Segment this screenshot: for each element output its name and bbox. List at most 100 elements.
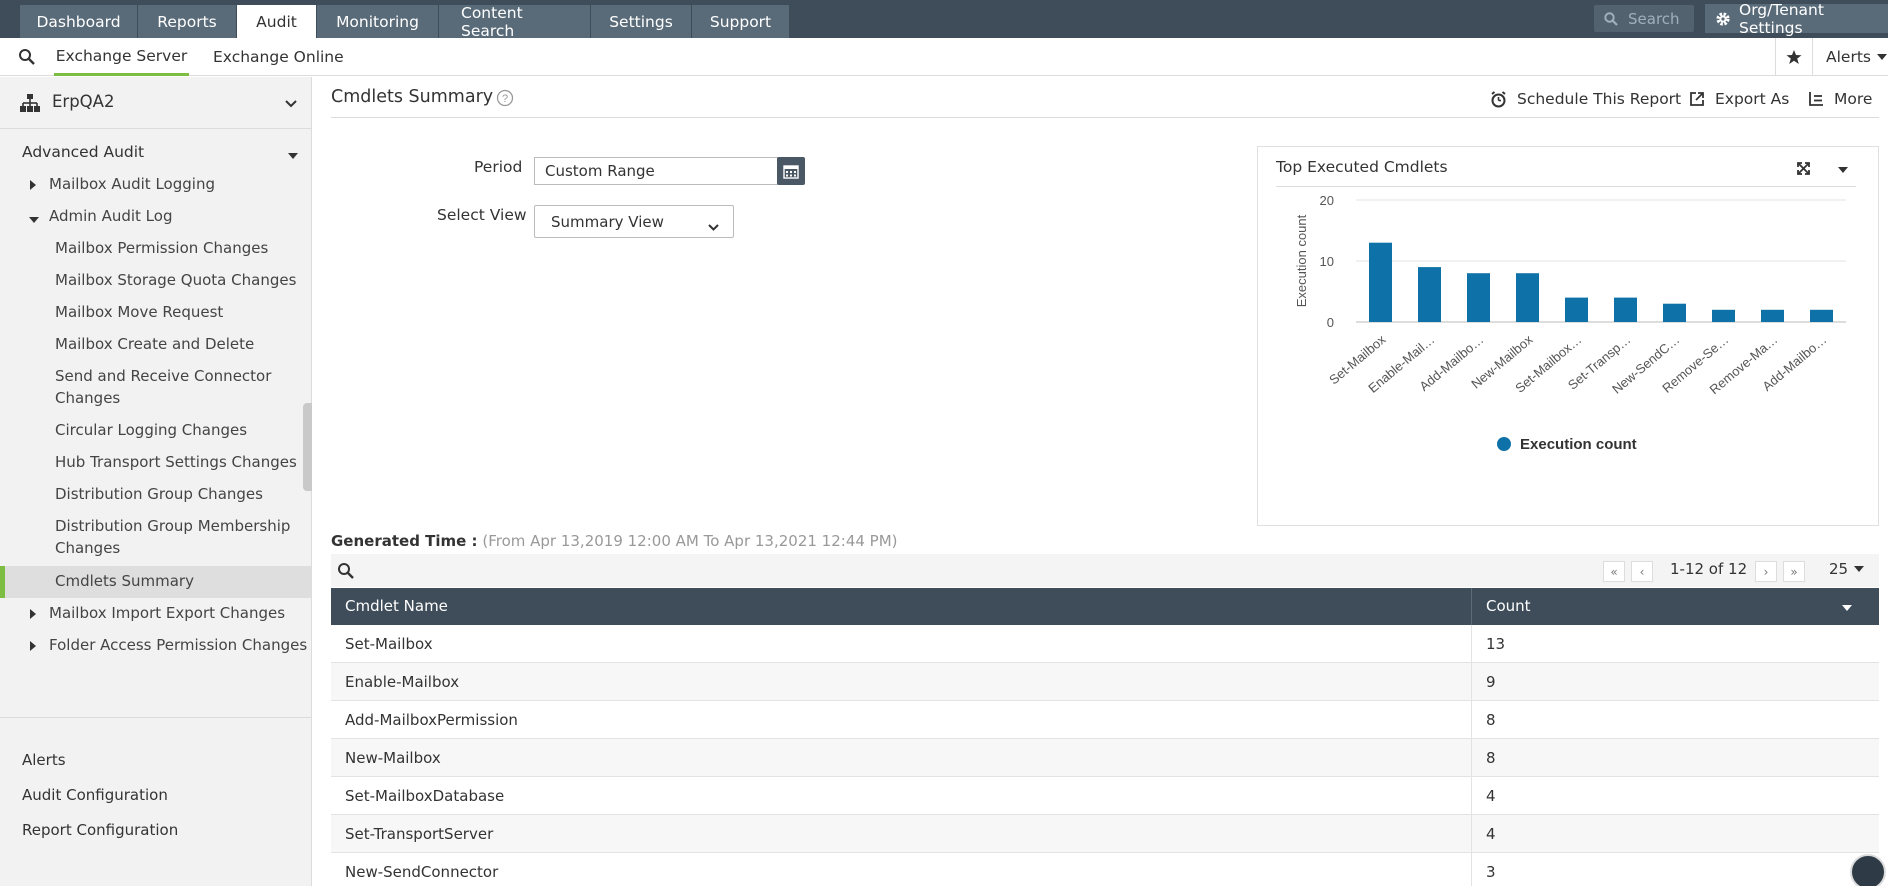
table-row: Set-Mailbox 13 — [331, 625, 1879, 663]
next-page-icon[interactable]: › — [1755, 561, 1777, 582]
count-cell: 8 — [1486, 749, 1496, 767]
period-input[interactable]: Custom Range — [534, 157, 778, 185]
count-cell: 4 — [1486, 787, 1496, 805]
table-header: Cmdlet Name Count — [331, 588, 1879, 625]
generated-time-label: Generated Time : — [331, 532, 478, 550]
table-row: New-SendConnector 3 — [331, 853, 1879, 886]
subtab-exchange-server[interactable]: Exchange Server — [54, 38, 189, 76]
page-size-select[interactable]: 25 — [1829, 560, 1865, 578]
tab-dashboard[interactable]: Dashboard — [20, 5, 138, 38]
tab-reports[interactable]: Reports — [138, 5, 237, 38]
column-header-cmdlet-name[interactable]: Cmdlet Name — [345, 597, 448, 615]
nav-cmdlets-summary[interactable]: Cmdlets Summary — [55, 571, 300, 593]
legend-label: Execution count — [1520, 436, 1637, 453]
alarm-clock-icon — [1490, 90, 1507, 108]
nav-hub-transport-settings-changes[interactable]: Hub Transport Settings Changes — [55, 452, 300, 474]
bar — [1614, 297, 1637, 322]
top-navigation-bar: Dashboard Reports Audit Monitoring Conte… — [0, 0, 1888, 40]
nav-send-receive-connector-changes[interactable]: Send and Receive Connector Changes — [55, 366, 285, 409]
org-tenant-settings-button[interactable]: Org/Tenant Settings — [1705, 1, 1888, 37]
menu-search-icon[interactable] — [18, 48, 36, 70]
table-row: Set-TransportServer 4 — [331, 815, 1879, 853]
schedule-report-label: Schedule This Report — [1517, 90, 1682, 108]
subtab-exchange-online[interactable]: Exchange Online — [213, 38, 344, 76]
nav-mailbox-storage-quota-changes[interactable]: Mailbox Storage Quota Changes — [55, 270, 300, 292]
tab-settings[interactable]: Settings — [591, 5, 692, 38]
footer-report-configuration[interactable]: Report Configuration — [22, 821, 178, 839]
nav-mailbox-move-request[interactable]: Mailbox Move Request — [55, 302, 300, 324]
view-select-value: Summary View — [551, 213, 664, 231]
bar — [1467, 273, 1490, 322]
tab-support[interactable]: Support — [692, 5, 790, 38]
nav-circular-logging-changes[interactable]: Circular Logging Changes — [55, 420, 300, 442]
collapse-arrow-icon — [29, 217, 39, 223]
chevron-down-icon — [1876, 54, 1887, 60]
calendar-icon[interactable] — [777, 157, 805, 185]
view-select[interactable]: Summary View — [534, 205, 734, 238]
nav-distribution-group-membership-changes[interactable]: Distribution Group Membership Changes — [55, 516, 295, 559]
pagination-info: 1-12 of 12 — [1670, 560, 1748, 578]
column-header-count[interactable]: Count — [1486, 597, 1531, 615]
bar — [1418, 267, 1441, 322]
generated-time-range: (From Apr 13,2019 12:00 AM To Apr 13,202… — [482, 532, 898, 550]
tenant-selector[interactable]: ErpQA2 — [0, 77, 312, 129]
chevron-down-icon — [707, 218, 720, 236]
cmdlet-name-cell: Set-TransportServer — [345, 825, 494, 843]
cell-separator — [1471, 777, 1472, 815]
section-advanced-audit[interactable]: Advanced Audit — [22, 143, 144, 161]
y-tick-label: 10 — [1320, 254, 1334, 269]
cmdlet-name-cell: Enable-Mailbox — [345, 673, 460, 691]
count-cell: 8 — [1486, 711, 1496, 729]
expand-arrow-icon — [30, 180, 36, 190]
support-chat-icon[interactable] — [1850, 854, 1886, 886]
count-cell: 9 — [1486, 673, 1496, 691]
favorites-star-icon[interactable] — [1775, 38, 1813, 76]
page-title: Cmdlets Summary — [331, 87, 494, 107]
tab-content-search[interactable]: Content Search — [439, 4, 591, 40]
search-placeholder: Search — [1628, 9, 1680, 28]
previous-page-icon[interactable]: ‹ — [1631, 561, 1653, 582]
global-search-input[interactable]: Search — [1594, 5, 1694, 32]
tab-audit[interactable]: Audit — [237, 5, 317, 38]
alerts-dropdown[interactable]: Alerts — [1826, 38, 1887, 76]
tab-monitoring[interactable]: Monitoring — [317, 5, 439, 38]
nav-mailbox-audit-logging[interactable]: Mailbox Audit Logging — [49, 174, 215, 196]
footer-audit-configuration[interactable]: Audit Configuration — [22, 786, 168, 804]
period-label: Period — [474, 158, 523, 176]
nav-admin-audit-log[interactable]: Admin Audit Log — [49, 206, 172, 228]
nav-mailbox-import-export-changes[interactable]: Mailbox Import Export Changes — [49, 603, 285, 625]
select-view-label: Select View — [437, 206, 527, 224]
sidebar-collapse-handle[interactable] — [303, 403, 312, 491]
chart-panel: Top Executed Cmdlets 0 10 20 Execution coun… — [1257, 146, 1879, 526]
y-tick-label: 0 — [1327, 315, 1334, 330]
table-search-icon[interactable] — [337, 562, 355, 584]
cell-separator — [1471, 853, 1472, 886]
org-tenant-settings-label: Org/Tenant Settings — [1739, 0, 1824, 37]
bar — [1516, 273, 1539, 322]
nav-folder-access-permission-changes[interactable]: Folder Access Permission Changes — [49, 635, 307, 657]
footer-alerts[interactable]: Alerts — [22, 751, 66, 769]
first-page-icon[interactable]: « — [1603, 561, 1625, 582]
nav-distribution-group-changes[interactable]: Distribution Group Changes — [55, 484, 300, 506]
schedule-report-button[interactable]: Schedule This Report — [1490, 88, 1681, 110]
export-icon — [1689, 91, 1705, 107]
bar — [1369, 242, 1392, 322]
table-row: Enable-Mailbox 9 — [331, 663, 1879, 701]
help-icon[interactable]: ? — [496, 89, 514, 111]
main-tabs: Dashboard Reports Audit Monitoring Conte… — [20, 4, 790, 40]
sub-navigation-bar: Exchange Server Exchange Online Alerts — [0, 38, 1888, 76]
chevron-down-icon — [284, 97, 298, 113]
last-page-icon[interactable]: » — [1783, 561, 1805, 582]
search-icon — [1604, 11, 1618, 26]
legend-marker — [1497, 437, 1511, 451]
export-as-button[interactable]: Export As — [1689, 88, 1789, 110]
nav-mailbox-create-and-delete[interactable]: Mailbox Create and Delete — [55, 334, 300, 356]
more-button[interactable]: More — [1808, 88, 1872, 110]
cell-separator — [1471, 663, 1472, 701]
bar — [1761, 309, 1784, 322]
column-menu-icon[interactable] — [1842, 605, 1852, 611]
chevron-down-icon — [288, 153, 298, 159]
svg-text:?: ? — [502, 93, 508, 105]
tenant-name: ErpQA2 — [52, 92, 115, 111]
nav-mailbox-permission-changes[interactable]: Mailbox Permission Changes — [55, 238, 300, 260]
